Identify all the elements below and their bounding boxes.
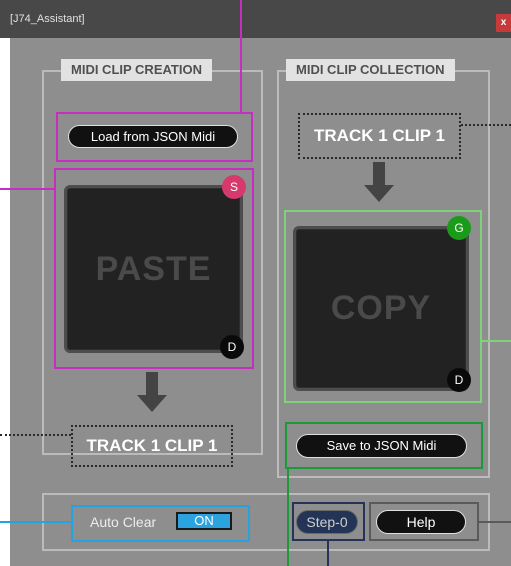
connector-line [240,0,242,113]
connector-line [0,521,71,523]
window-title: [J74_Assistant] [10,13,85,25]
copy-pad-label: COPY [330,289,432,327]
arrow-down-icon-collection [373,162,385,186]
load-from-json-midi-button[interactable]: Load from JSON Midi [68,125,238,148]
d-button-copy[interactable]: D [447,368,471,392]
arrow-down-icon-creation [146,372,158,396]
help-button[interactable]: Help [376,510,466,534]
step-button[interactable]: Step-0 [296,510,358,534]
arrow-head-icon-creation [137,395,167,412]
connector-line [461,124,511,126]
target-track-label: TRACK 1 CLIP 1 [71,425,233,467]
d-button-paste[interactable]: D [220,335,244,359]
title-bar: [J74_Assistant] x [0,0,511,38]
source-track-label: TRACK 1 CLIP 1 [298,113,461,159]
arrow-head-icon-collection [364,185,394,202]
auto-clear-toggle[interactable]: ON [176,512,232,530]
j74-assistant-window: [J74_Assistant] x MIDI CLIP CREATION Loa… [0,0,511,566]
midi-clip-collection-title: MIDI CLIP COLLECTION [286,59,455,81]
save-to-json-midi-button[interactable]: Save to JSON Midi [296,434,467,458]
auto-clear-label: Auto Clear [90,514,157,530]
g-button[interactable]: G [447,216,471,240]
connector-line [287,469,289,566]
midi-clip-creation-title: MIDI CLIP CREATION [61,59,212,81]
connector-line [479,521,511,523]
connector-line [0,434,71,436]
copy-pad[interactable]: COPY [293,226,469,391]
connector-line [482,340,511,342]
connector-line [0,188,56,190]
s-button[interactable]: S [222,175,246,199]
close-button[interactable]: x [496,14,511,32]
paste-pad-label: PASTE [95,250,212,288]
connector-line [327,541,329,566]
paste-pad[interactable]: PASTE [64,185,243,353]
